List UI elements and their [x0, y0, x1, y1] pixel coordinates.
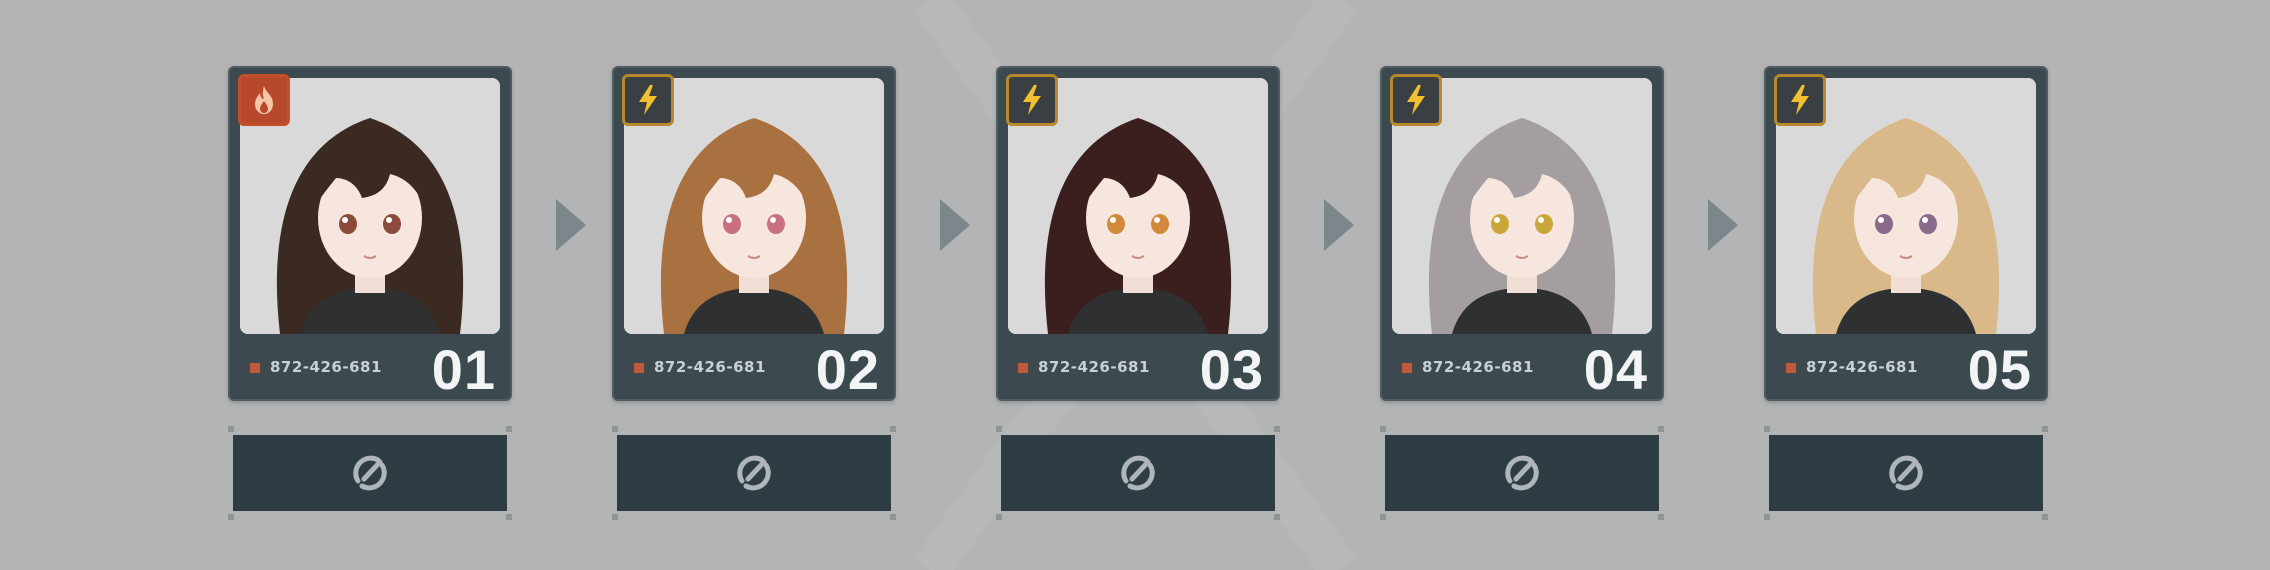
swap-character-button[interactable] [1385, 435, 1659, 511]
character-slot: 872-426-681 03 [996, 66, 1280, 520]
character-code: 872-426-681 [1806, 358, 1918, 376]
character-card[interactable]: 872-426-681 01 [228, 66, 512, 401]
swap-icon [1505, 455, 1539, 491]
card-footer: 872-426-681 03 [998, 333, 1278, 401]
character-card[interactable]: 872-426-681 03 [996, 66, 1280, 401]
lightning-glyph [1023, 85, 1041, 115]
action-frame [996, 426, 1280, 520]
code-marker [1018, 363, 1028, 373]
character-slot: 872-426-681 05 [1764, 66, 2048, 520]
slot-number: 01 [431, 338, 496, 401]
lightning-glyph [1407, 85, 1425, 115]
character-card[interactable]: 872-426-681 04 [1380, 66, 1664, 401]
slot-number: 05 [1967, 338, 2032, 401]
action-frame [612, 426, 896, 520]
swap-character-button[interactable] [1001, 435, 1275, 511]
character-code: 872-426-681 [654, 358, 766, 376]
action-frame [1380, 426, 1664, 520]
character-card[interactable]: 872-426-681 02 [612, 66, 896, 401]
action-frame [1764, 426, 2048, 520]
swap-character-button[interactable] [617, 435, 891, 511]
swap-icon [1889, 455, 1923, 491]
team-lineup: 872-426-681 01 872-426-681 02 872-426-68… [0, 0, 2270, 570]
character-code: 872-426-681 [1038, 358, 1150, 376]
lightning-icon [1006, 74, 1058, 126]
chevron-right-icon [1324, 199, 1354, 251]
lightning-icon [1774, 74, 1826, 126]
slot-number: 03 [1199, 338, 1264, 401]
card-footer: 872-426-681 01 [230, 333, 510, 401]
action-frame [228, 426, 512, 520]
character-slot: 872-426-681 01 [228, 66, 512, 520]
code-marker [634, 363, 644, 373]
slot-number: 02 [815, 338, 880, 401]
code-marker [250, 363, 260, 373]
character-card[interactable]: 872-426-681 05 [1764, 66, 2048, 401]
code-marker [1402, 363, 1412, 373]
card-footer: 872-426-681 05 [1766, 333, 2046, 401]
card-footer: 872-426-681 04 [1382, 333, 1662, 401]
chevron-right-icon [556, 199, 586, 251]
slot-number: 04 [1583, 338, 1648, 401]
swap-icon [737, 455, 771, 491]
swap-icon [1121, 455, 1155, 491]
swap-icon [353, 455, 387, 491]
lightning-icon [1390, 74, 1442, 126]
lightning-icon [622, 74, 674, 126]
swap-character-button[interactable] [233, 435, 507, 511]
chevron-right-icon [1708, 199, 1738, 251]
character-slot: 872-426-681 04 [1380, 66, 1664, 520]
code-marker [1786, 363, 1796, 373]
lightning-glyph [639, 85, 657, 115]
character-code: 872-426-681 [1422, 358, 1534, 376]
swap-character-button[interactable] [1769, 435, 2043, 511]
flame-icon [238, 74, 290, 126]
lightning-glyph [1791, 85, 1809, 115]
character-code: 872-426-681 [270, 358, 382, 376]
chevron-right-icon [940, 199, 970, 251]
character-slot: 872-426-681 02 [612, 66, 896, 520]
card-footer: 872-426-681 02 [614, 333, 894, 401]
